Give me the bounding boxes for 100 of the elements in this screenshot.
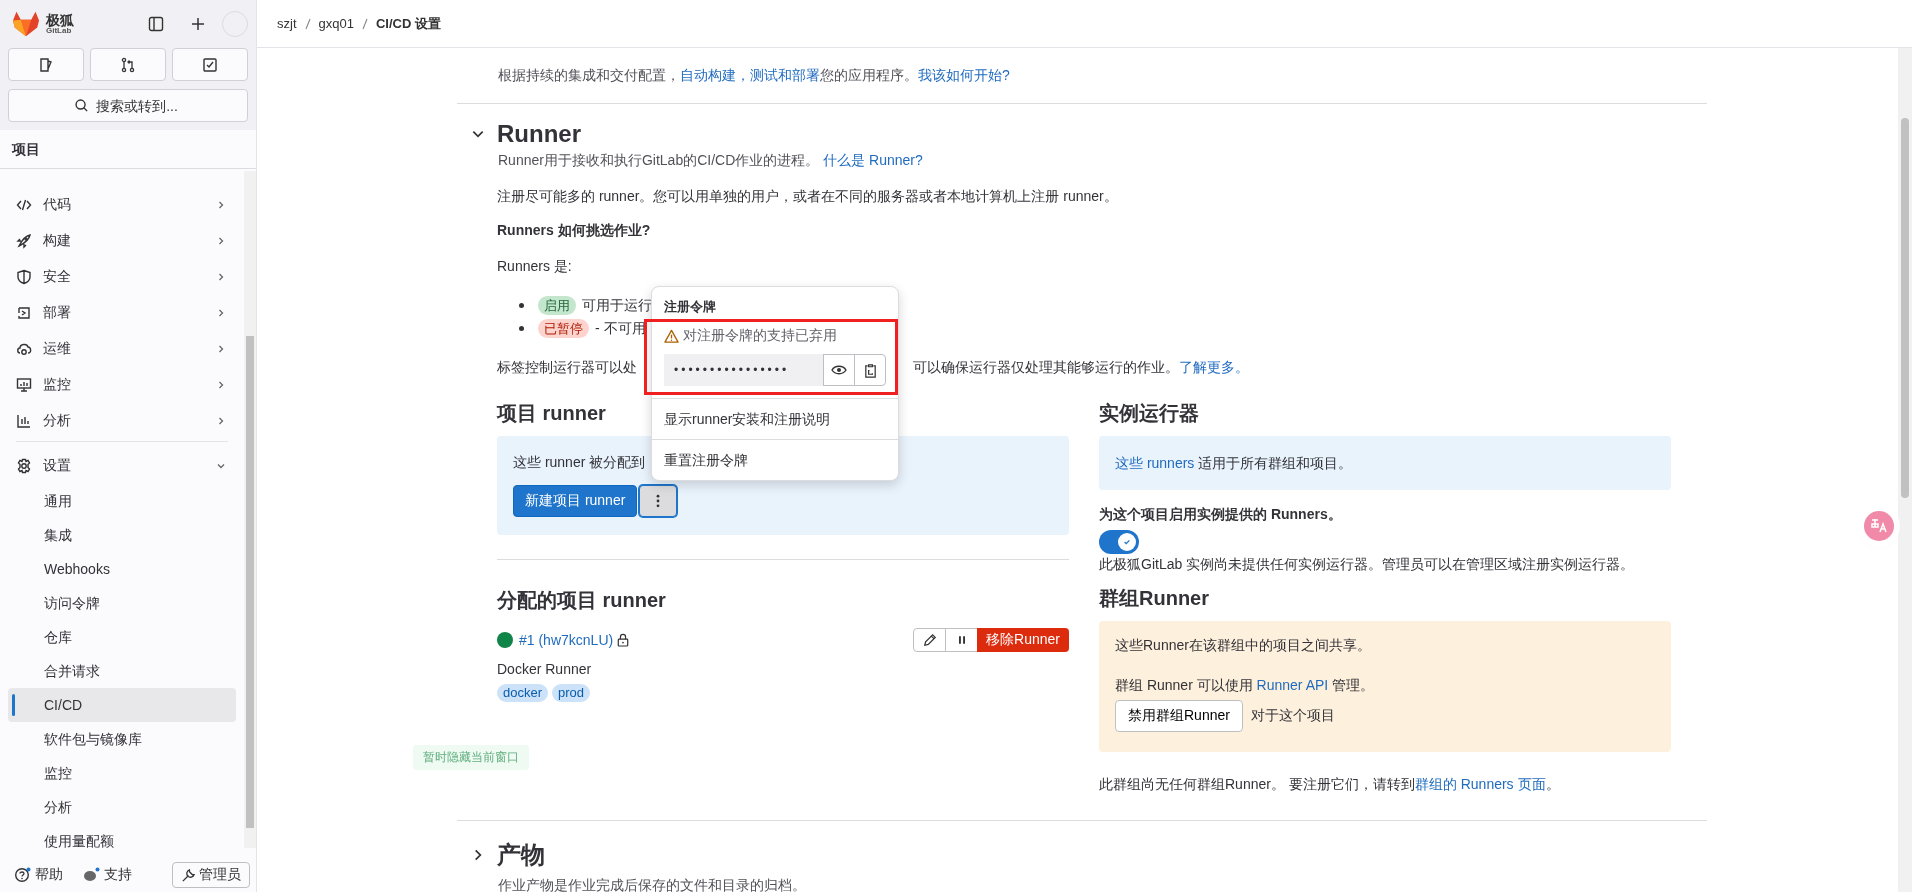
group-runners-heading: 群组Runner: [1099, 586, 1209, 611]
token-field[interactable]: ••••••••••••••••: [664, 354, 824, 386]
assigned-runners-heading: 分配的项目 runner: [497, 588, 666, 613]
todo-button[interactable]: [172, 48, 248, 81]
section-title: 产物: [497, 840, 545, 870]
admin-button[interactable]: 管理员: [172, 862, 250, 888]
monitor-icon: [16, 377, 32, 393]
sidebar-subitem[interactable]: 集成: [8, 518, 236, 552]
help-icon: [14, 867, 32, 883]
copy-button[interactable]: [854, 354, 886, 386]
link[interactable]: 我该如何开始?: [918, 67, 1010, 83]
button-note: 对于这个项目: [1250, 707, 1335, 725]
brand-subtitle: GitLab: [46, 27, 72, 35]
check-icon: [1123, 538, 1131, 546]
link[interactable]: 什么是 Runner?: [823, 152, 923, 168]
status-badge: 已暂停: [538, 319, 589, 338]
sidebar-subitem[interactable]: 监控: [8, 756, 236, 790]
more-actions-button[interactable]: [639, 485, 678, 517]
sidebar-item[interactable]: 监控: [8, 367, 236, 403]
sidebar-item[interactable]: 安全: [8, 259, 236, 295]
edit-button[interactable]: [913, 628, 947, 652]
breadcrumb-link[interactable]: szjt: [277, 16, 297, 31]
sidebar-item[interactable]: 分析: [8, 403, 236, 439]
new-runner-button[interactable]: 新建项目 runner: [513, 485, 638, 517]
kebab-icon: [656, 494, 661, 508]
sidebar-item[interactable]: 部署: [8, 295, 236, 331]
scrollbar[interactable]: [244, 171, 256, 848]
group-runners-link[interactable]: 群组的 Runners 页面: [1414, 776, 1546, 792]
section-description: 根据持续的集成和交付配置，自动构建，测试和部署您的应用程序。我该如何开始?: [497, 66, 1011, 85]
pause-button[interactable]: [945, 628, 979, 652]
shared-text: 这些Runner在该群组中的项目之间共享。: [1115, 636, 1372, 655]
plus-icon[interactable]: [190, 16, 206, 32]
toggle-label: 为这个项目启用实例提供的 Runners。: [1099, 505, 1343, 524]
api-link[interactable]: Runner API: [1256, 677, 1329, 693]
question-heading: Runners 如何挑选作业?: [497, 221, 652, 240]
help-button[interactable]: 帮助: [14, 866, 63, 884]
sidebar-subitem[interactable]: 通用: [8, 484, 236, 518]
menu-item[interactable]: 重置注册令牌: [652, 439, 898, 480]
sidebar-subitem[interactable]: CI/CD: [8, 688, 236, 722]
toast-message: 暂时隐藏当前窗口: [413, 745, 529, 770]
disable-group-runners-button[interactable]: 禁用群组Runner: [1115, 700, 1243, 732]
chevron-right-icon: [216, 344, 226, 354]
sidebar-item[interactable]: 运维: [8, 331, 236, 367]
runner-tag: docker: [497, 684, 549, 702]
gear-icon: [16, 458, 32, 474]
chevron-right-icon: [216, 380, 226, 390]
intro-text: 注册尽可能多的 runner。您可以用单独的用户，或者在不同的服务器或者本地计算机上注册 runner。: [497, 187, 1119, 206]
search-icon: [74, 98, 89, 113]
sidebar-subitem[interactable]: 分析: [8, 790, 236, 824]
toggle-switch[interactable]: [1099, 530, 1139, 554]
warning-icon: [664, 328, 679, 344]
section-title: Runner: [497, 119, 581, 149]
sidebar-subitem[interactable]: 使用量配额: [8, 824, 236, 858]
reveal-button[interactable]: [823, 354, 855, 386]
sidebar-item[interactable]: 代码: [8, 187, 236, 223]
status-badge: 启用: [538, 296, 576, 315]
brand-name: 极狐: [46, 13, 74, 27]
breadcrumb-link[interactable]: CI/CD 设置: [375, 14, 441, 33]
api-text: 群组 Runner 可以使用 Runner API 管理。: [1115, 676, 1376, 695]
clipboard-icon: [862, 362, 878, 378]
sidebar-toggle-icon[interactable]: [148, 16, 164, 32]
fox-logo-icon[interactable]: [12, 11, 40, 37]
runners-link[interactable]: 这些 runners: [1115, 455, 1195, 471]
chart-icon: [16, 413, 32, 429]
sidebar-subitem[interactable]: 合并请求: [8, 654, 236, 688]
sidebar-subitem[interactable]: 访问令牌: [8, 586, 236, 620]
scrollbar[interactable]: [1898, 48, 1912, 892]
runner-link[interactable]: #1 (hw7kcnLU): [519, 632, 614, 648]
chevron-right-icon: [216, 236, 226, 246]
sidebar-item[interactable]: 构建: [8, 223, 236, 259]
breadcrumb-separator: [361, 17, 368, 30]
sidebar-item[interactable]: 设置: [8, 448, 236, 484]
menu-item[interactable]: 显示runner安装和注册说明: [652, 398, 898, 439]
remove-runner-button[interactable]: 移除Runner: [977, 628, 1069, 652]
sidebar-section-title: 项目: [0, 130, 256, 169]
sidebar-subitem[interactable]: Webhooks: [8, 552, 236, 586]
rocket-icon: [16, 233, 32, 249]
chevron-right-icon: [216, 308, 226, 318]
link[interactable]: 自动构建，测试和部署: [680, 67, 820, 83]
deprecation-warning: 对注册令牌的支持已弃用: [683, 327, 837, 345]
deploy-icon: [16, 305, 32, 321]
status-description: - 不可用: [595, 319, 646, 338]
issues-button[interactable]: [8, 48, 84, 81]
instance-note: 此极狐GitLab 实例尚未提供任何实例运行器。管理员可以在管理区域注册实例运行器。: [1099, 555, 1636, 574]
bullet-icon: [519, 326, 524, 331]
search-field[interactable]: 搜索或转到...: [8, 89, 248, 122]
instance-runners-heading: 实例运行器: [1099, 401, 1199, 426]
support-button[interactable]: 支持: [83, 866, 132, 884]
sidebar-subitem[interactable]: 软件包与镜像库: [8, 722, 236, 756]
breadcrumb-link[interactable]: gxq01: [318, 16, 354, 31]
checkbox-icon: [202, 56, 218, 73]
chevron-right-icon: [216, 272, 226, 282]
sidebar-subitem[interactable]: 仓库: [8, 620, 236, 654]
pencil-icon: [922, 633, 937, 647]
info-text: 这些 runners 适用于所有群组和项目。: [1115, 454, 1354, 473]
code-icon: [16, 197, 32, 213]
project-runners-heading: 项目 runner: [497, 401, 606, 426]
learn-more-link[interactable]: 了解更多。: [1179, 359, 1249, 375]
merge-requests-button[interactable]: [90, 48, 166, 81]
bullet-icon: [519, 303, 524, 308]
